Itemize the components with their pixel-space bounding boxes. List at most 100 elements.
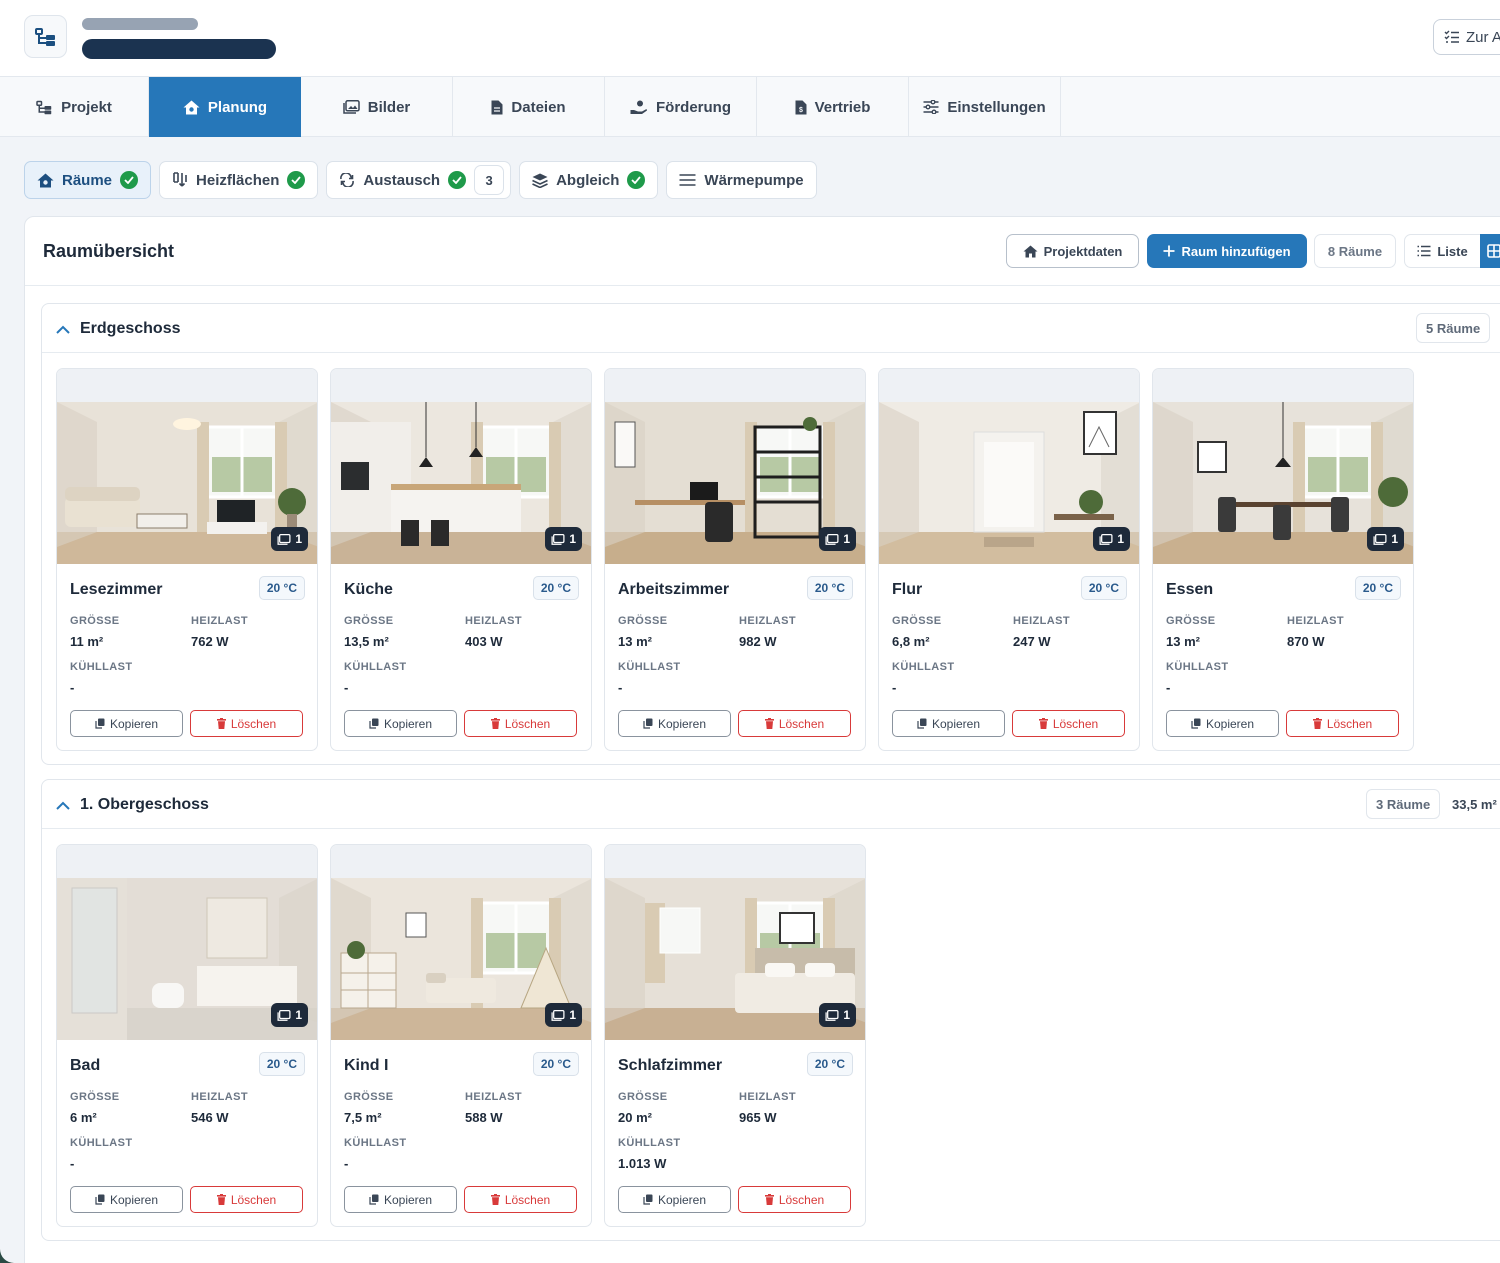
tab-dateien[interactable]: Dateien	[453, 77, 605, 137]
grid-view-button[interactable]	[1480, 234, 1500, 268]
delete-label: Löschen	[504, 716, 551, 731]
copy-label: Kopieren	[657, 716, 707, 731]
delete-label: Löschen	[230, 716, 277, 731]
room-photo[interactable]: 1	[879, 402, 1139, 564]
checklist-icon	[1444, 30, 1459, 43]
room-card[interactable]: 1 Essen 20 °C GRÖSSE 13 m² HEIZLAST 870 W KÜHLL…	[1152, 368, 1414, 751]
floor-header[interactable]: 1. Obergeschoss 3 Räume 33,5 m²	[42, 780, 1500, 829]
room-card[interactable]: 1 Kind I 20 °C GRÖSSE 7,5 m² HEIZLAST 588 W KÜH…	[330, 844, 592, 1227]
cool-load-label: KÜHLLAST	[344, 1137, 407, 1149]
delete-room-button[interactable]: Löschen	[190, 1186, 303, 1213]
copy-room-button[interactable]: Kopieren	[70, 1186, 183, 1213]
copy-label: Kopieren	[109, 1192, 159, 1207]
subtab-label: Austausch	[363, 171, 441, 189]
room-card[interactable]: 1 Schlafzimmer 20 °C GRÖSSE 20 m² HEIZLAST 965…	[604, 844, 866, 1227]
copy-room-button[interactable]: Kopieren	[344, 1186, 457, 1213]
room-photo[interactable]: 1	[605, 878, 865, 1040]
project-data-button[interactable]: Projektdaten	[1006, 234, 1139, 268]
room-photo[interactable]: 1	[57, 878, 317, 1040]
svg-text:$: $	[799, 107, 803, 114]
check-circle-icon	[627, 171, 646, 189]
subtab-austausch[interactable]: Austausch 3	[326, 161, 512, 199]
room-photo[interactable]: 1	[331, 402, 591, 564]
room-card[interactable]: 1 Lesezimmer 20 °C GRÖSSE 11 m² HEIZLAST 762 W…	[56, 368, 318, 751]
heat-load-value: 965 W	[739, 1110, 777, 1125]
room-size: 13 m²	[1166, 634, 1200, 649]
delete-room-button[interactable]: Löschen	[464, 1186, 577, 1213]
heat-load-value: 982 W	[739, 634, 777, 649]
copy-room-button[interactable]: Kopieren	[70, 710, 183, 737]
trash-icon	[490, 1194, 500, 1205]
room-temperature-badge: 20 °C	[532, 1052, 579, 1076]
delete-room-button[interactable]: Löschen	[738, 1186, 851, 1213]
size-label: GRÖSSE	[344, 615, 394, 627]
image-count-badge: 1	[819, 1003, 856, 1027]
room-card[interactable]: 1 Bad 20 °C GRÖSSE 6 m² HEIZLAST 546 W KÜHLLAST…	[56, 844, 318, 1227]
copy-label: Kopieren	[1205, 716, 1255, 731]
house-gear-icon	[183, 100, 200, 115]
image-count-badge: 1	[545, 527, 582, 551]
back-button[interactable]: Zur A	[1433, 19, 1500, 55]
tab-planung[interactable]: Planung	[149, 77, 301, 137]
app-logo[interactable]	[24, 15, 67, 58]
image-count: 1	[295, 532, 302, 546]
check-circle-icon	[287, 171, 306, 189]
subtab-abgleich[interactable]: Abgleich	[519, 161, 659, 199]
image-count-badge: 1	[271, 527, 308, 551]
planning-subtabs: Räume Heizflächen Austausch 3 Abgleich Wärmep…	[24, 161, 817, 199]
delete-room-button[interactable]: Löschen	[1286, 710, 1399, 737]
tab-förderung[interactable]: Förderung	[605, 77, 757, 137]
chevron-up-icon[interactable]	[56, 801, 70, 810]
copy-room-button[interactable]: Kopieren	[618, 1186, 731, 1213]
image-count: 1	[1117, 532, 1124, 546]
room-card[interactable]: 1 Arbeitszimmer 20 °C GRÖSSE 13 m² HEIZLAST 98…	[604, 368, 866, 751]
grid-icon	[1487, 244, 1500, 258]
cool-load-value: -	[70, 680, 75, 695]
chevron-up-icon[interactable]	[56, 325, 70, 334]
room-photo[interactable]: 1	[331, 878, 591, 1040]
copy-room-button[interactable]: Kopieren	[892, 710, 1005, 737]
tab-bilder[interactable]: Bilder	[301, 77, 453, 137]
room-card[interactable]: 1 Flur 20 °C GRÖSSE 6,8 m² HEIZLAST 247 W KÜHLL…	[878, 368, 1140, 751]
room-card[interactable]: 1 Küche 20 °C GRÖSSE 13,5 m² HEIZLAST 403 W KÜH…	[330, 368, 592, 751]
subtab-heizflächen[interactable]: Heizflächen	[159, 161, 319, 199]
copy-label: Kopieren	[109, 716, 159, 731]
delete-room-button[interactable]: Löschen	[738, 710, 851, 737]
floor-name: 1. Obergeschoss	[80, 796, 209, 813]
tab-vertrieb[interactable]: $ Vertrieb	[757, 77, 909, 137]
trash-icon	[764, 718, 774, 729]
copy-room-button[interactable]: Kopieren	[1166, 710, 1279, 737]
images-icon	[277, 533, 291, 545]
room-photo[interactable]: 1	[1153, 402, 1413, 564]
delete-room-button[interactable]: Löschen	[1012, 710, 1125, 737]
heat-load-label: HEIZLAST	[1013, 615, 1070, 627]
heat-load-value: 588 W	[465, 1110, 503, 1125]
subtab-räume[interactable]: Räume	[24, 161, 152, 199]
room-temperature-badge: 20 °C	[806, 1052, 853, 1076]
room-photo[interactable]: 1	[605, 402, 865, 564]
heat-load-value: 870 W	[1287, 634, 1325, 649]
room-overview-panel: Raumübersicht Projektdaten Raum hinzufüg…	[24, 216, 1500, 1263]
file-icon	[491, 100, 503, 115]
room-size: 7,5 m²	[344, 1110, 382, 1125]
images-icon	[551, 1009, 565, 1021]
list-view-button[interactable]: Liste	[1404, 234, 1481, 268]
images-icon	[1373, 533, 1387, 545]
tab-projekt[interactable]: Projekt	[0, 77, 149, 137]
delete-room-button[interactable]: Löschen	[190, 710, 303, 737]
image-count: 1	[843, 532, 850, 546]
subtab-wärmepumpe[interactable]: Wärmepumpe	[666, 161, 817, 199]
cool-load-label: KÜHLLAST	[618, 661, 681, 673]
cool-load-value: -	[1166, 680, 1171, 695]
copy-room-button[interactable]: Kopieren	[344, 710, 457, 737]
copy-room-button[interactable]: Kopieren	[618, 710, 731, 737]
room-photo[interactable]: 1	[57, 402, 317, 564]
add-room-button[interactable]: Raum hinzufügen	[1147, 234, 1307, 268]
tab-einstellungen[interactable]: Einstellungen	[909, 77, 1061, 137]
image-count: 1	[1391, 532, 1398, 546]
heat-load-value: 403 W	[465, 634, 503, 649]
delete-room-button[interactable]: Löschen	[464, 710, 577, 737]
floor-section: Erdgeschoss 5 Räume 1 Lesezimmer 20 °C GRÖSSE…	[41, 303, 1500, 765]
room-temperature-badge: 20 °C	[1080, 576, 1127, 600]
floor-header[interactable]: Erdgeschoss 5 Räume	[42, 304, 1500, 353]
